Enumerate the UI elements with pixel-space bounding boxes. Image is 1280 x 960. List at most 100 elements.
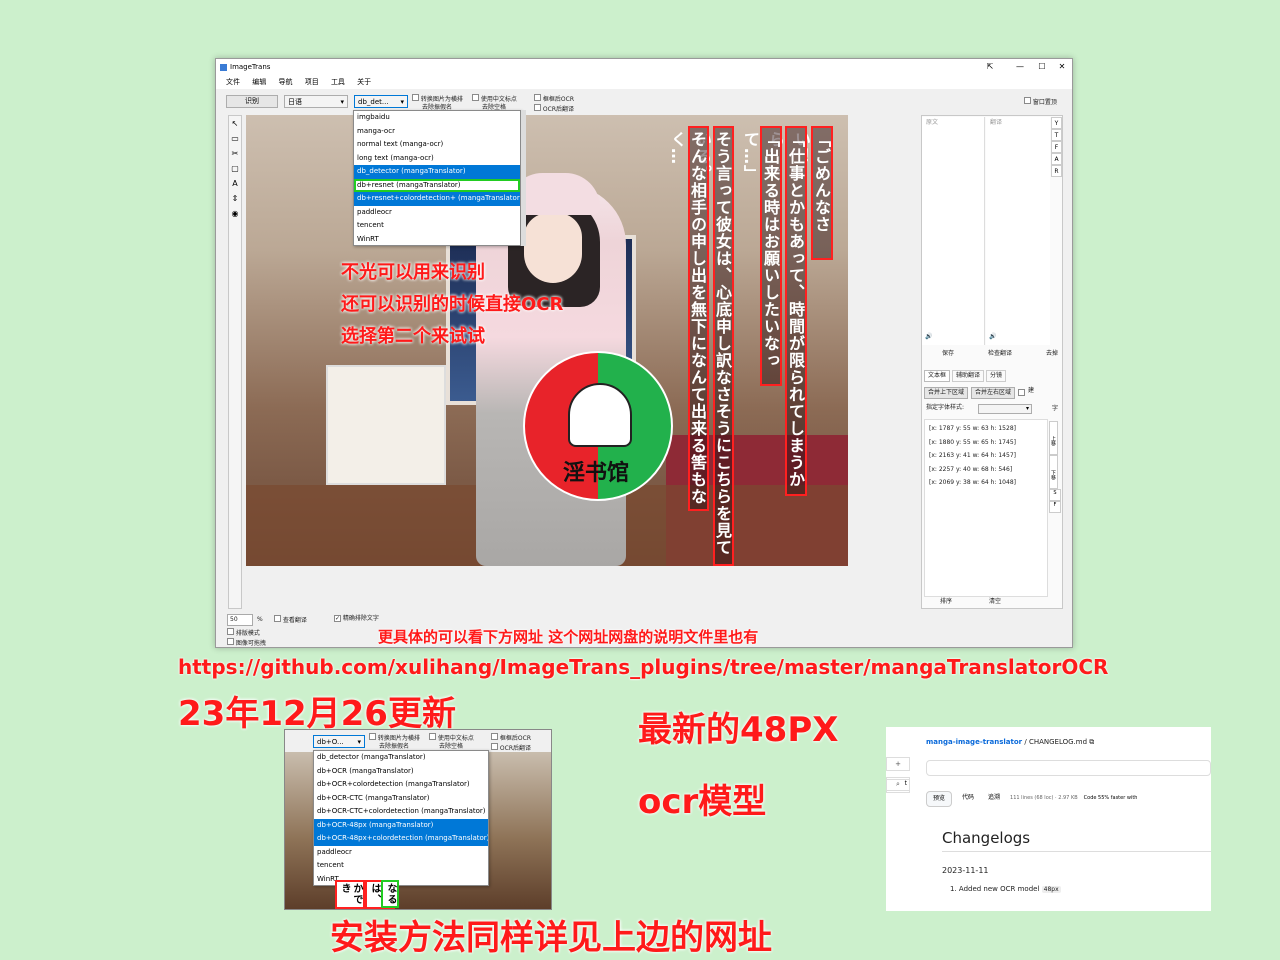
dropdown-option-selected[interactable]: db+OCR-48px+colordetection (mangaTransla… bbox=[314, 832, 488, 846]
dropdown-option[interactable]: db_detector (mangaTranslator) bbox=[314, 751, 488, 765]
dropdown-option[interactable]: WinRT bbox=[354, 233, 520, 247]
engine-dropdown[interactable]: imgbaidu manga-ocr normal text (manga-oc… bbox=[353, 110, 521, 246]
dropdown-option[interactable]: paddleocr bbox=[314, 846, 488, 860]
second-checkbox[interactable] bbox=[491, 733, 498, 740]
language-select[interactable]: 日语 ▾ bbox=[284, 95, 348, 108]
vertical-text-box-4[interactable]: そう言って彼女は、心底申し訳なさそうにこちらを見ている。 bbox=[693, 126, 734, 566]
second-engine-dropdown[interactable]: db_detector (mangaTranslator) db+OCR (ma… bbox=[313, 750, 489, 886]
side-button[interactable]: T bbox=[1051, 129, 1062, 141]
sort-button[interactable]: 排序 bbox=[940, 598, 952, 606]
dropdown-option[interactable]: manga-ocr bbox=[354, 125, 520, 139]
resize-tool-icon[interactable]: ⇕ bbox=[229, 191, 241, 206]
dropdown-option[interactable]: paddleocr bbox=[354, 206, 520, 220]
frame-tool-icon[interactable]: ▢ bbox=[229, 161, 241, 176]
plus-icon[interactable]: + bbox=[886, 757, 910, 771]
move-up-button[interactable]: 上移 bbox=[1049, 421, 1058, 455]
menu-edit[interactable]: 编辑 bbox=[252, 75, 266, 89]
second-checkbox[interactable] bbox=[429, 733, 436, 740]
region-item[interactable]: [x: 2163 y: 41 w: 64 h: 1457] bbox=[929, 449, 1043, 463]
engine-select[interactable]: db_det... ▾ bbox=[354, 95, 408, 108]
text-tool-icon[interactable]: A bbox=[229, 176, 241, 191]
recognize-button[interactable]: 识别 bbox=[226, 95, 278, 108]
merge-vertical-button[interactable]: 合并上下区域 bbox=[924, 387, 969, 399]
dropdown-option[interactable]: db+OCR (mangaTranslator) bbox=[314, 765, 488, 779]
side-button[interactable]: R bbox=[1051, 165, 1062, 177]
dropdown-option[interactable]: tencent bbox=[314, 859, 488, 873]
fill-tool-icon[interactable]: ◉ bbox=[229, 206, 241, 221]
font-style-select[interactable]: ▾ bbox=[978, 404, 1032, 414]
select-tool-icon[interactable]: ↖ bbox=[229, 116, 241, 131]
github-search-box[interactable] bbox=[926, 760, 1211, 776]
merge-horizontal-button[interactable]: 合并左右区域 bbox=[971, 387, 1016, 399]
minimize-icon[interactable]: — bbox=[1012, 59, 1028, 75]
menu-about[interactable]: 关于 bbox=[357, 75, 371, 89]
second-checkbox[interactable] bbox=[369, 733, 376, 740]
layout-mode-checkbox[interactable] bbox=[227, 628, 234, 635]
region-item[interactable]: [x: 1787 y: 55 w: 63 h: 1528] bbox=[929, 422, 1043, 436]
tab-assist[interactable]: 辅助翻译 bbox=[952, 370, 985, 382]
dropdown-option-highlighted[interactable]: db+resnet (mangaTranslator) bbox=[354, 178, 520, 192]
menu-navigate[interactable]: 导航 bbox=[278, 75, 292, 89]
vertical-text-box-2[interactable]: 「仕事とかもあって、時間が限られてしまうから…」 bbox=[766, 126, 807, 496]
close-icon[interactable]: ✕ bbox=[1054, 59, 1070, 75]
menu-project[interactable]: 项目 bbox=[305, 75, 319, 89]
side-button[interactable]: F bbox=[1051, 141, 1062, 153]
dropdown-option[interactable]: db+OCR+colordetection (mangaTranslator) bbox=[314, 778, 488, 792]
dropdown-option-selected[interactable]: db+OCR-48px (mangaTranslator) bbox=[314, 818, 488, 832]
maximize-icon[interactable]: ☐ bbox=[1034, 59, 1050, 75]
menu-tools[interactable]: 工具 bbox=[331, 75, 345, 89]
zoom-field[interactable]: 50 bbox=[227, 614, 253, 626]
github-side-dropdown[interactable]: t bbox=[886, 779, 910, 793]
tab-blame[interactable]: 追溯 bbox=[984, 791, 1004, 807]
save-button[interactable]: 保存 bbox=[942, 350, 954, 358]
tab-preview[interactable]: 预览 bbox=[926, 791, 953, 807]
source-column[interactable]: 原文 bbox=[922, 117, 985, 345]
tab-textbox[interactable]: 文本框 bbox=[924, 370, 951, 382]
box-ocr-checkbox[interactable] bbox=[534, 94, 541, 101]
build-checkbox[interactable] bbox=[1018, 389, 1026, 396]
region-item[interactable]: [x: 1880 y: 55 w: 65 h: 1745] bbox=[929, 436, 1043, 450]
side-button[interactable]: A bbox=[1051, 153, 1062, 165]
dropdown-option[interactable]: db+resnet+colordetection+ (mangaTranslat… bbox=[354, 192, 520, 206]
dropdown-option[interactable]: tencent bbox=[354, 219, 520, 233]
vertical-text-box-3[interactable]: 「出来る時はお願いしたいなって…」 bbox=[741, 126, 782, 386]
window-top-checkbox[interactable] bbox=[1024, 97, 1031, 104]
check-translation-button[interactable]: 检查翻译 bbox=[988, 350, 1012, 358]
vertical-text-box-1[interactable]: 「ごめんなさい！ bbox=[792, 126, 833, 260]
side-f-button[interactable]: F bbox=[1049, 501, 1061, 513]
tab-storyboard[interactable]: 分镜 bbox=[986, 370, 1007, 382]
clear-button[interactable]: 清空 bbox=[989, 598, 1001, 606]
second-checkbox[interactable] bbox=[491, 743, 498, 750]
dropdown-scrollbar[interactable] bbox=[521, 110, 526, 246]
move-down-button[interactable]: 下移 bbox=[1049, 455, 1058, 489]
menu-file[interactable]: 文件 bbox=[226, 75, 240, 89]
chinese-punct-checkbox[interactable] bbox=[472, 94, 479, 101]
annotation-url[interactable]: https://github.com/xulihang/ImageTrans_p… bbox=[178, 655, 1108, 679]
cut-tool-icon[interactable]: ✂ bbox=[229, 146, 241, 161]
dropdown-option[interactable]: long text (manga-ocr) bbox=[354, 152, 520, 166]
dropdown-option[interactable]: db+OCR-CTC (mangaTranslator) bbox=[314, 792, 488, 806]
speaker-icon[interactable]: 🔊 bbox=[989, 333, 996, 341]
code-hint[interactable]: Code 55% faster with bbox=[1084, 791, 1138, 807]
dropdown-option[interactable]: db+OCR-CTC+colordetection (mangaTranslat… bbox=[314, 805, 488, 819]
dropdown-option-selected[interactable]: db_detector (mangaTranslator) bbox=[354, 165, 520, 179]
repo-link[interactable]: manga-image-translator bbox=[926, 738, 1022, 746]
pin-icon[interactable]: ⇱ bbox=[982, 59, 998, 75]
region-item[interactable]: [x: 2069 y: 38 w: 64 h: 1048] bbox=[929, 476, 1043, 490]
side-s-button[interactable]: S bbox=[1049, 489, 1061, 501]
second-engine-select[interactable]: db+O... ▾ bbox=[313, 735, 365, 748]
dropdown-option[interactable]: imgbaidu bbox=[354, 111, 520, 125]
side-button[interactable]: Y bbox=[1051, 117, 1062, 129]
precise-exclude-checkbox[interactable]: ✓ bbox=[334, 615, 341, 622]
convert-horizontal-checkbox[interactable] bbox=[412, 94, 419, 101]
vertical-text-box-5[interactable]: そんな相手の申し出を無下になんて出来る筈もなく… bbox=[668, 126, 709, 511]
dropdown-option[interactable]: normal text (manga-ocr) bbox=[354, 138, 520, 152]
copy-icon[interactable]: ⧉ bbox=[1089, 738, 1094, 746]
region-item[interactable]: [x: 2257 y: 40 w: 68 h: 546] bbox=[929, 463, 1043, 477]
target-column[interactable]: 翻译 bbox=[986, 117, 1050, 345]
ocr-translate-checkbox[interactable] bbox=[534, 104, 541, 111]
remove-button[interactable]: 去掉 bbox=[1046, 350, 1058, 358]
image-drag-checkbox[interactable] bbox=[227, 638, 234, 645]
speaker-icon[interactable]: 🔊 bbox=[925, 333, 932, 341]
view-translation-checkbox[interactable] bbox=[274, 615, 281, 622]
